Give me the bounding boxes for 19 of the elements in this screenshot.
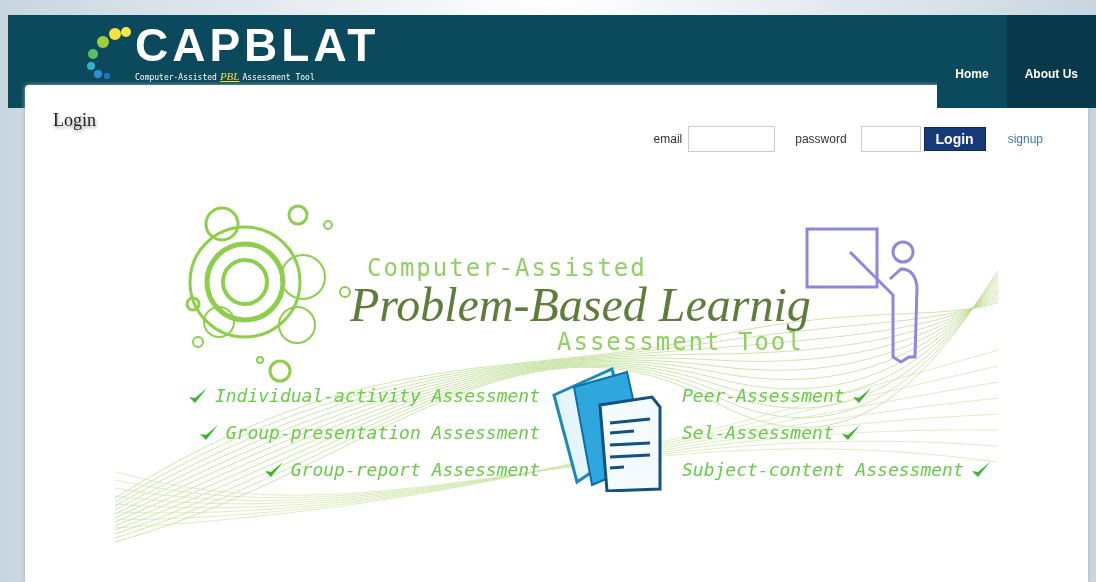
logo-title: CAPBLAT xyxy=(135,22,380,68)
login-button[interactable]: Login xyxy=(923,127,986,151)
signup-link[interactable]: signup xyxy=(1007,130,1043,148)
feature-label: Individual-activity Assessment xyxy=(214,384,540,408)
logo-subtitle: Computer-Assisted xyxy=(135,72,217,84)
banner-line: Computer-Assisted xyxy=(366,254,648,282)
feature-label: Subject-content Assessment xyxy=(682,458,964,482)
login-heading: Login xyxy=(53,109,97,132)
feature-label: Group-report Assessment xyxy=(290,458,540,482)
feature-label: Sel-Assessment xyxy=(682,421,834,445)
feature-label: Group-presentation Assessment xyxy=(225,421,540,445)
logo-highlight: PBL xyxy=(219,69,240,84)
password-label: password xyxy=(795,131,847,148)
email-field[interactable] xyxy=(688,126,776,152)
nav-link[interactable]: About Us xyxy=(1006,15,1096,108)
password-field[interactable] xyxy=(860,126,921,152)
email-label: email xyxy=(653,131,683,148)
logo-subtitle: Assessment Tool xyxy=(242,72,315,84)
feature-label: Peer-Assessment xyxy=(682,384,845,408)
